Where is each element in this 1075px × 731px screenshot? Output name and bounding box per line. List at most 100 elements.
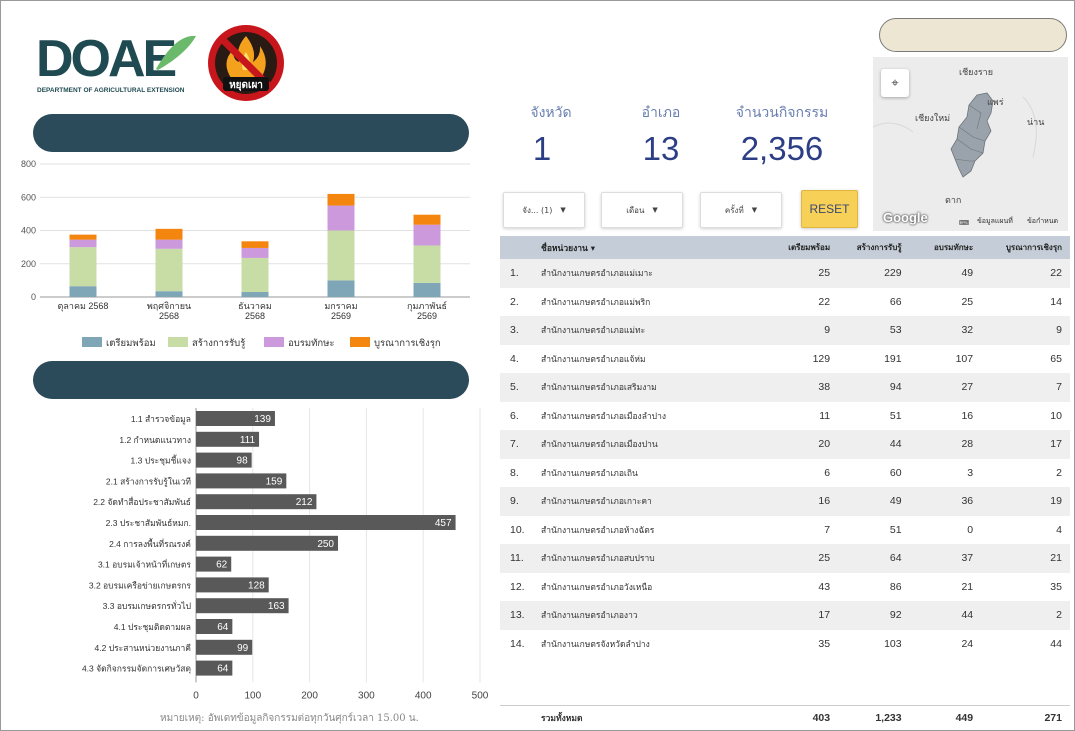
bar-segment[interactable] xyxy=(241,292,269,297)
x-tick-label: พฤศจิกายน xyxy=(147,301,191,311)
row-index: 6. xyxy=(510,409,519,422)
table-row[interactable]: 9. สำนักงานเกษตรอำเภอเกาะคา 16 49 36 19 xyxy=(500,487,1070,516)
table-row[interactable]: 5. สำนักงานเกษตรอำเภอเสริมงาม 38 94 27 7 xyxy=(500,373,1070,402)
bar-segment[interactable] xyxy=(241,241,269,248)
total-awareness: 1,233 xyxy=(875,711,902,724)
top-right-header-bar xyxy=(879,18,1067,52)
round-filter-dropdown[interactable]: ครั้งที่ ▼ xyxy=(700,192,782,228)
total-label: รวมทั้งหมด xyxy=(541,713,583,724)
bar-segment[interactable] xyxy=(413,245,441,283)
row-integration: 65 xyxy=(1050,352,1062,365)
bar-segment[interactable] xyxy=(69,286,97,297)
row-training: 3 xyxy=(967,466,974,479)
x-tick-label: มกราคม xyxy=(324,301,357,311)
bar-segment[interactable] xyxy=(241,257,269,293)
row-prepare: 20 xyxy=(818,438,831,451)
activity-bar[interactable] xyxy=(196,515,456,530)
row-integration: 7 xyxy=(1056,381,1062,394)
bar-segment[interactable] xyxy=(241,247,269,258)
map-label-chiangrai: เชียงราย xyxy=(959,68,994,78)
row-integration: 21 xyxy=(1050,552,1062,565)
row-prepare: 11 xyxy=(819,409,831,422)
table-row[interactable]: 6. สำนักงานเกษตรอำเภอเมืองลำปาง 11 51 16 10 xyxy=(500,402,1070,431)
bar-segment[interactable] xyxy=(155,291,183,297)
row-prepare: 35 xyxy=(818,637,831,650)
bar-segment[interactable] xyxy=(155,228,183,240)
scorecard-activities-value: 2,356 xyxy=(740,130,824,167)
table-row[interactable]: 11. สำนักงานเกษตรอำเภอสบปราบ 25 64 37 21 xyxy=(500,544,1070,573)
table-row[interactable]: 12. สำนักงานเกษตรอำเภอวังเหนือ 43 86 21 35 xyxy=(500,573,1070,602)
chevron-down-icon: ▼ xyxy=(751,206,758,214)
row-awareness: 60 xyxy=(889,466,902,479)
reset-button[interactable]: RESET xyxy=(801,190,858,228)
row-agency: สำนักงานเกษตรอำเภอเมืองปาน xyxy=(541,440,658,451)
row-agency: สำนักงานเกษตรอำเภอเถิน xyxy=(541,468,638,479)
x-tick-label: 2569 xyxy=(417,311,437,321)
bar-segment[interactable] xyxy=(327,230,355,281)
table-row[interactable]: 13. สำนักงานเกษตรอำเภองาว 17 92 44 2 xyxy=(500,601,1070,630)
x-tick-label: 2569 xyxy=(331,311,351,321)
bar-value-label: 250 xyxy=(317,539,334,550)
bar-segment[interactable] xyxy=(69,247,97,287)
bar-segment[interactable] xyxy=(413,282,441,297)
table-row[interactable]: 2. สำนักงานเกษตรอำเภอแม่พริก 22 66 25 14 xyxy=(500,288,1070,317)
total-training: 449 xyxy=(955,711,974,724)
bar-segment[interactable] xyxy=(69,234,97,240)
row-agency: สำนักงานเกษตรอำเภอแจ้ห่ม xyxy=(541,354,646,365)
header-training[interactable]: อบรมทักษะ xyxy=(908,241,980,254)
svg-text:หยุดเผา: หยุดเผา xyxy=(229,80,263,91)
row-integration: 4 xyxy=(1056,523,1062,536)
map-label-tak: ตาก xyxy=(945,196,962,206)
bar-segment[interactable] xyxy=(413,224,441,246)
bar-segment[interactable] xyxy=(413,214,441,225)
bar-value-label: 139 xyxy=(254,414,271,425)
row-index: 5. xyxy=(510,381,519,394)
y-category-label: 2.3 ประชาสัมพันธ์หมก. xyxy=(106,518,191,528)
table-row[interactable]: 14. สำนักงานเกษตรจังหวัดลำปาง 35 103 24 44 xyxy=(500,630,1070,659)
row-index: 7. xyxy=(510,438,519,451)
row-awareness: 51 xyxy=(889,523,902,536)
header-agency[interactable]: ชื่อหน่วยงาน ▾ xyxy=(535,241,765,255)
row-index: 9. xyxy=(510,495,519,508)
bar-value-label: 64 xyxy=(217,664,229,675)
row-agency: สำนักงานเกษตรอำเภอแม่เมาะ xyxy=(541,269,653,280)
row-agency: สำนักงานเกษตรอำเภองาว xyxy=(541,611,638,622)
row-training: 0 xyxy=(967,523,974,536)
province-map[interactable]: เชียงราย เชียงใหม่ แพร่ น่าน ตาก ⌖ Googl… xyxy=(873,57,1068,231)
bar-segment[interactable] xyxy=(327,205,355,231)
row-integration: 17 xyxy=(1050,438,1062,451)
table-row[interactable]: 8. สำนักงานเกษตรอำเภอเถิน 6 60 3 2 xyxy=(500,459,1070,488)
keyboard-icon[interactable]: ⌨ xyxy=(959,219,969,227)
bar-segment[interactable] xyxy=(155,248,183,292)
doae-logo: DOAE DEPARTMENT OF AGRICULTURAL EXTENSIO… xyxy=(36,30,196,94)
row-prepare: 7 xyxy=(824,523,831,536)
map-data-link[interactable]: ข้อมูลแผนที่ xyxy=(977,216,1013,227)
row-agency: สำนักงานเกษตรอำเภอวังเหนือ xyxy=(541,582,653,593)
header-integration[interactable]: บูรณาการเชิงรุก xyxy=(979,241,1070,254)
map-location-button[interactable]: ⌖ xyxy=(881,69,909,97)
row-prepare: 129 xyxy=(812,352,831,365)
bar-segment[interactable] xyxy=(327,280,355,297)
row-training: 37 xyxy=(961,552,974,565)
legend-swatch xyxy=(168,337,188,347)
map-terms-link[interactable]: ข้อกำหนด xyxy=(1027,216,1058,227)
table-row[interactable]: 1. สำนักงานเกษตรอำเภอแม่เมาะ 25 229 49 22 xyxy=(500,259,1070,288)
bar-segment[interactable] xyxy=(327,193,355,206)
month-filter-dropdown[interactable]: เดือน ▼ xyxy=(601,192,683,228)
bar-segment[interactable] xyxy=(155,239,183,249)
row-prepare: 38 xyxy=(818,381,831,394)
bar-value-label: 62 xyxy=(216,560,228,571)
bar-value-label: 99 xyxy=(237,643,249,654)
header-prepare[interactable]: เตรียมพร้อม xyxy=(765,241,837,254)
header-awareness[interactable]: สร้างการรับรู้ xyxy=(836,241,908,254)
table-row[interactable]: 3. สำนักงานเกษตรอำเภอแม่ทะ 9 53 32 9 xyxy=(500,316,1070,345)
x-tick-label: ตุลาคม 2568 xyxy=(58,301,109,312)
x-tick-label: 2568 xyxy=(159,311,179,321)
bar-value-label: 212 xyxy=(296,497,313,508)
chevron-down-icon: ▼ xyxy=(652,206,658,214)
table-row[interactable]: 7. สำนักงานเกษตรอำเภอเมืองปาน 20 44 28 17 xyxy=(500,430,1070,459)
table-row[interactable]: 10. สำนักงานเกษตรอำเภอห้างฉัตร 7 51 0 4 xyxy=(500,516,1070,545)
province-filter-dropdown[interactable]: จัง... (1) ▼ xyxy=(503,192,585,228)
bar-segment[interactable] xyxy=(69,239,97,248)
table-row[interactable]: 4. สำนักงานเกษตรอำเภอแจ้ห่ม 129 191 107 65 xyxy=(500,345,1070,374)
